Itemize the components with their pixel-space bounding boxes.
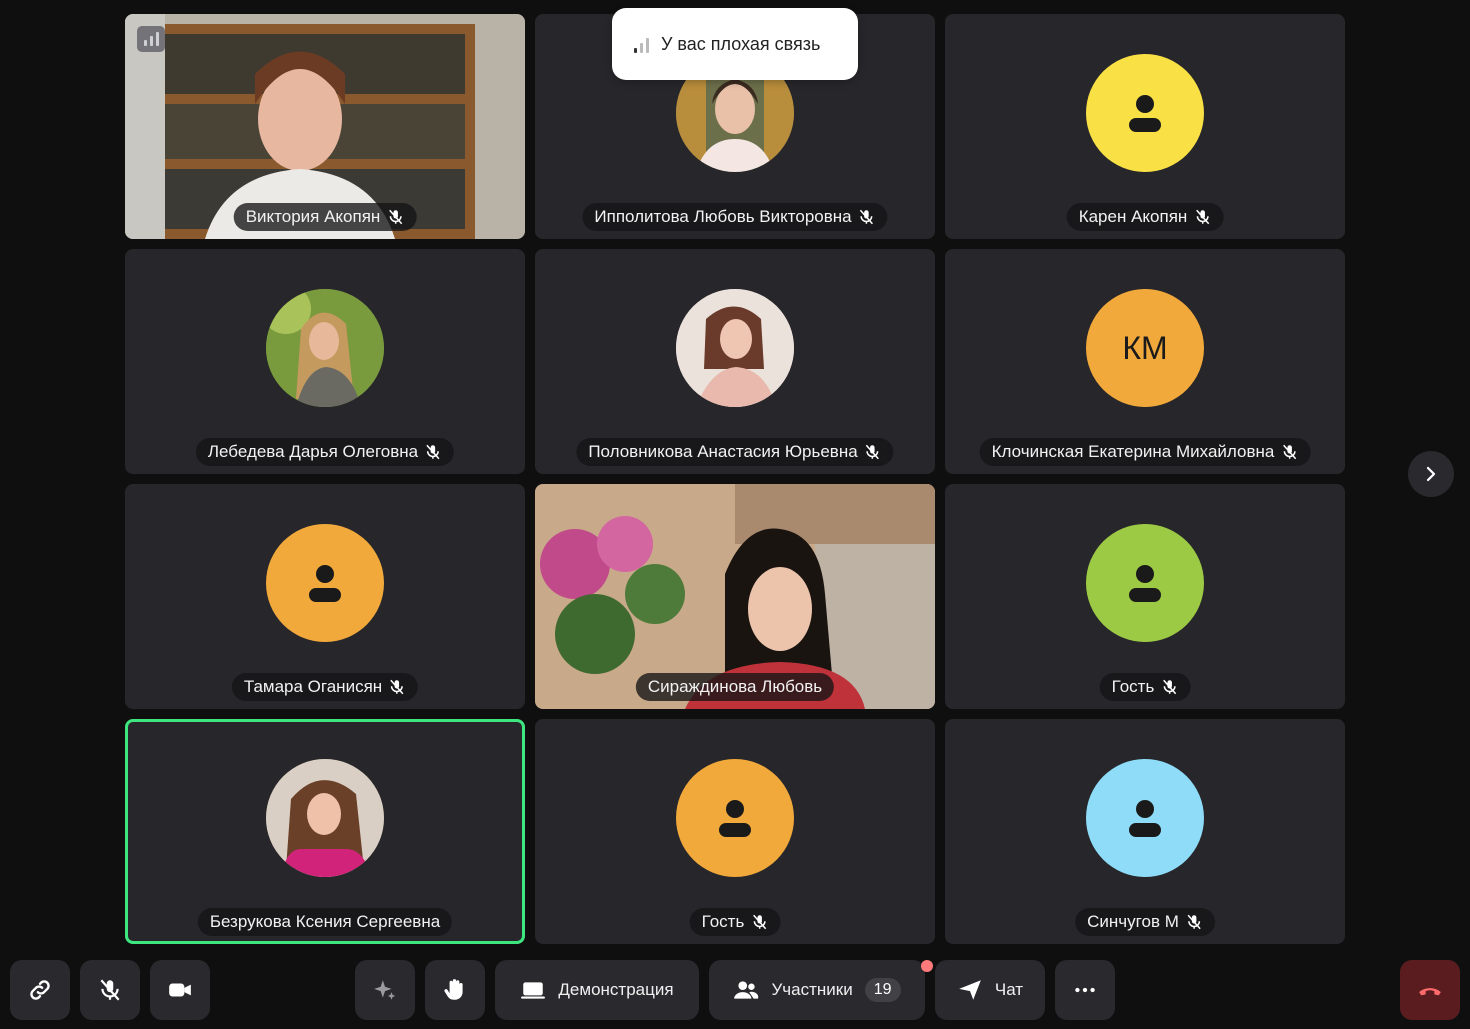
participant-tile[interactable]: Лебедева Дарья Олеговна (125, 249, 525, 474)
people-icon (734, 981, 759, 999)
participants-button[interactable]: Участники 19 (709, 960, 933, 1020)
participant-name: Виктория Акопян (245, 207, 381, 226)
participant-name: Сираждинова Любовь (647, 677, 823, 696)
camera-icon (169, 983, 191, 997)
participants-label: Участники (771, 980, 853, 999)
notification-dot (921, 960, 933, 972)
sparkle-icon (374, 980, 396, 1000)
raise-hand-icon (444, 979, 463, 1000)
participant-tile[interactable]: Гость (945, 484, 1345, 709)
person-icon (1129, 565, 1161, 602)
participant-name: Карен Акопян (1078, 207, 1188, 226)
avatar (266, 524, 384, 642)
screen-share-button[interactable]: Демонстрация (495, 960, 699, 1020)
participant-name-tag: Сираждинова Любовь (635, 673, 835, 701)
person-icon (719, 800, 751, 837)
person-icon (1129, 95, 1161, 132)
person-icon (1129, 800, 1161, 837)
poor-connection-toast: У вас плохая связь (612, 8, 858, 80)
camera-toggle-button[interactable] (150, 960, 210, 1020)
mic-toggle-button[interactable] (80, 960, 140, 1020)
participant-name-tag: Виктория Акопян (233, 203, 417, 231)
participant-name: Гость (1111, 677, 1155, 696)
participant-name: Клочинская Екатерина Михайловна (991, 442, 1275, 461)
avatar (676, 289, 794, 407)
person-icon (309, 565, 341, 602)
next-page-button[interactable] (1408, 451, 1454, 497)
effects-button[interactable] (355, 960, 415, 1020)
participant-name-tag: Гость (689, 908, 781, 936)
participant-name-tag: Гость (1099, 673, 1191, 701)
call-toolbar: Демонстрация Участники 19 Чат (0, 960, 1470, 1020)
avatar (676, 759, 794, 877)
chevron-right-icon (1426, 466, 1436, 482)
participant-tile[interactable]: Карен Акопян (945, 14, 1345, 239)
mic-off-icon (752, 914, 766, 930)
participant-name-tag: Ипполитова Любовь Викторовна (582, 203, 888, 231)
mic-off-icon (426, 444, 440, 460)
mic-off-icon (1282, 444, 1296, 460)
participant-name: Синчугов М (1087, 912, 1179, 931)
mic-off-icon (1187, 914, 1201, 930)
screen-share-icon (521, 982, 546, 999)
participant-name: Гость (701, 912, 745, 931)
mic-off-icon (388, 209, 402, 225)
avatar-initials: КМ (1122, 329, 1168, 366)
signal-icon (137, 26, 165, 52)
participant-tile[interactable]: Половникова Анастасия Юрьевна (535, 249, 935, 474)
avatar (266, 759, 384, 877)
participant-tile[interactable]: Сираждинова Любовь (535, 484, 935, 709)
participant-name: Ипполитова Любовь Викторовна (594, 207, 852, 226)
participant-name-tag: Лебедева Дарья Олеговна (195, 438, 455, 466)
chat-button[interactable]: Чат (935, 960, 1045, 1020)
participant-name: Безрукова Ксения Сергеевна (209, 912, 441, 931)
participant-tile[interactable]: КМ Клочинская Екатерина Михайловна (945, 249, 1345, 474)
avatar (266, 289, 384, 407)
signal-icon (634, 35, 649, 53)
hang-up-icon (1419, 988, 1441, 996)
more-button[interactable] (1055, 960, 1115, 1020)
participants-grid: Виктория Акопян Ипполитова Любовь Виктор… (125, 14, 1345, 944)
participant-tile[interactable]: Виктория Акопян (125, 14, 525, 239)
participant-name-tag: Безрукова Ксения Сергеевна (197, 908, 453, 936)
participants-count-badge: 19 (864, 978, 901, 1002)
participant-name-tag: Карен Акопян (1066, 203, 1224, 231)
participant-name: Лебедева Дарья Олеговна (207, 442, 419, 461)
mic-off-icon (860, 209, 874, 225)
participant-tile[interactable]: Гость (535, 719, 935, 944)
send-icon (959, 980, 981, 1000)
link-icon (30, 980, 50, 1000)
participant-name-tag: Синчугов М (1075, 908, 1215, 936)
more-icon (1075, 987, 1095, 993)
participant-name-tag: Тамара Оганисян (231, 673, 419, 701)
end-call-button[interactable] (1400, 960, 1460, 1020)
avatar (1086, 54, 1204, 172)
mic-off-icon (1195, 209, 1209, 225)
screen-share-label: Демонстрация (558, 980, 674, 999)
mic-off-icon (866, 444, 880, 460)
participant-tile-active[interactable]: Безрукова Ксения Сергеевна (125, 719, 525, 944)
chat-label: Чат (994, 980, 1024, 999)
avatar (1086, 524, 1204, 642)
copy-link-button[interactable] (10, 960, 70, 1020)
toast-text: У вас плохая связь (661, 33, 821, 54)
participant-tile[interactable]: Синчугов М (945, 719, 1345, 944)
raise-hand-button[interactable] (425, 960, 485, 1020)
mic-off-icon (1162, 679, 1176, 695)
avatar: КМ (1086, 289, 1204, 407)
avatar (1086, 759, 1204, 877)
participant-tile[interactable]: Тамара Оганисян (125, 484, 525, 709)
participant-name-tag: Половникова Анастасия Юрьевна (576, 438, 894, 466)
mic-off-icon (390, 679, 404, 695)
mic-off-icon (100, 979, 120, 1001)
participant-name: Тамара Оганисян (243, 677, 383, 696)
participant-name: Половникова Анастасия Юрьевна (588, 442, 858, 461)
participant-name-tag: Клочинская Екатерина Михайловна (979, 438, 1311, 466)
